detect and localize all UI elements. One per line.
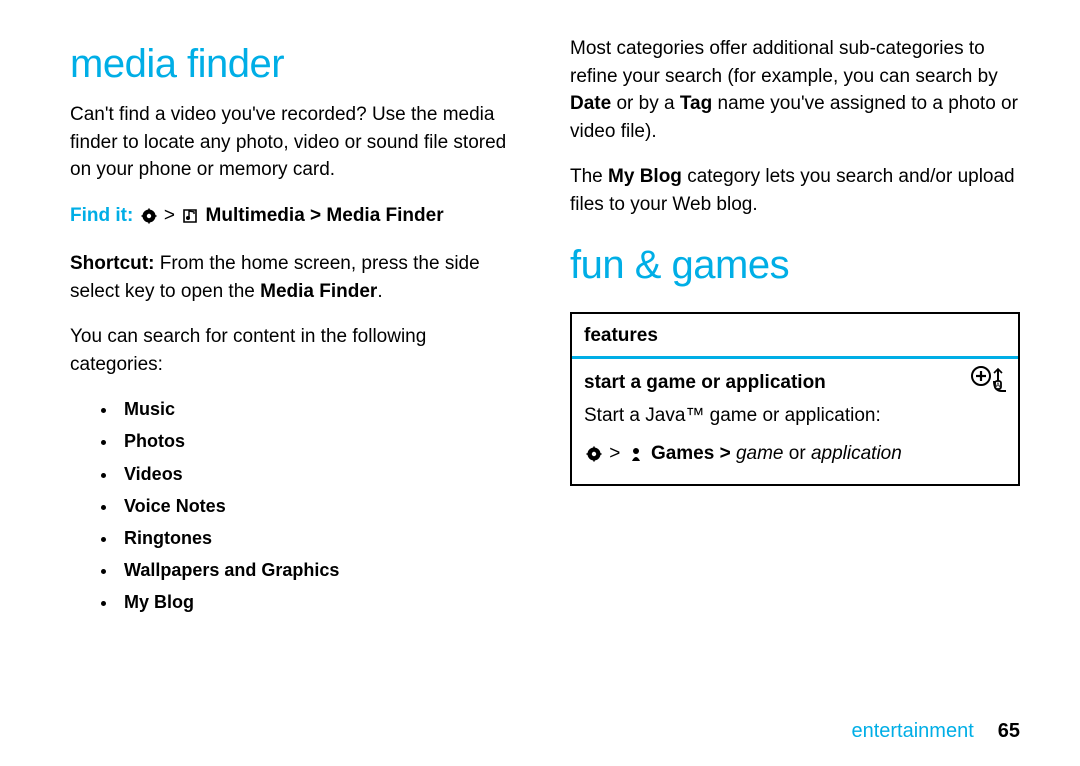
list-item: Voice Notes	[118, 493, 520, 519]
right-column: Most categories offer additional sub-cat…	[570, 35, 1020, 736]
shortcut-media-finder: Media Finder	[260, 281, 377, 302]
left-column: media finder Can't find a video you've r…	[70, 35, 520, 736]
list-item: Ringtones	[118, 525, 520, 551]
category-list: Music Photos Videos Voice Notes Ringtone…	[70, 396, 520, 615]
categories-intro: You can search for content in the follow…	[70, 323, 520, 378]
features-table: features A sta	[570, 312, 1020, 486]
path-sep: >	[310, 205, 326, 226]
subcategories-paragraph: Most categories offer additional sub-cat…	[570, 35, 1020, 145]
footer-section: entertainment	[851, 720, 973, 742]
para1-date: Date	[570, 93, 611, 114]
list-item: Photos	[118, 428, 520, 454]
manual-page: media finder Can't find a video you've r…	[0, 0, 1080, 766]
list-item: Music	[118, 396, 520, 422]
feature-row-path: > Games > game or application	[584, 440, 1006, 471]
para2-myblog: My Blog	[608, 166, 682, 187]
myblog-paragraph: The My Blog category lets you search and…	[570, 163, 1020, 218]
find-it-label: Find it:	[70, 205, 133, 226]
list-item: Videos	[118, 461, 520, 487]
intro-paragraph: Can't find a video you've recorded? Use …	[70, 101, 520, 184]
menu-key-icon	[586, 443, 602, 471]
features-row: A start a game or application Start a Ja…	[572, 359, 1018, 485]
path-or: or	[784, 443, 811, 464]
feature-row-desc: Start a Java™ game or application:	[584, 402, 1006, 430]
path-game: game	[736, 443, 784, 464]
multimedia-icon	[182, 205, 198, 233]
svg-text:A: A	[996, 382, 1001, 389]
shortcut-text-c: .	[377, 281, 382, 302]
network-charge-icon: A	[970, 365, 1008, 393]
para1-tag: Tag	[680, 93, 712, 114]
games-icon	[628, 443, 644, 471]
features-header: features	[572, 314, 1018, 359]
para1-a: Most categories offer additional sub-cat…	[570, 38, 998, 87]
para2-a: The	[570, 166, 608, 187]
page-footer: entertainment 65	[851, 717, 1020, 746]
list-item: My Blog	[118, 589, 520, 615]
two-column-layout: media finder Can't find a video you've r…	[70, 35, 1020, 736]
heading-media-finder: media finder	[70, 35, 520, 93]
path-sep2: >	[720, 443, 736, 464]
para1-c: or by a	[611, 93, 680, 114]
page-number: 65	[998, 720, 1020, 742]
path-multimedia: Multimedia	[206, 205, 305, 226]
find-it-line: Find it: > Multimedia > Media Finder	[70, 202, 520, 233]
shortcut-paragraph: Shortcut: From the home screen, press th…	[70, 250, 520, 305]
menu-key-icon	[141, 205, 157, 233]
heading-fun-games: fun & games	[570, 236, 1020, 294]
path-application: application	[811, 443, 902, 464]
path-games: Games	[651, 443, 714, 464]
list-item: Wallpapers and Graphics	[118, 557, 520, 583]
path-media-finder: Media Finder	[326, 205, 443, 226]
shortcut-label: Shortcut:	[70, 253, 154, 274]
feature-row-title: start a game or application	[584, 369, 1006, 397]
